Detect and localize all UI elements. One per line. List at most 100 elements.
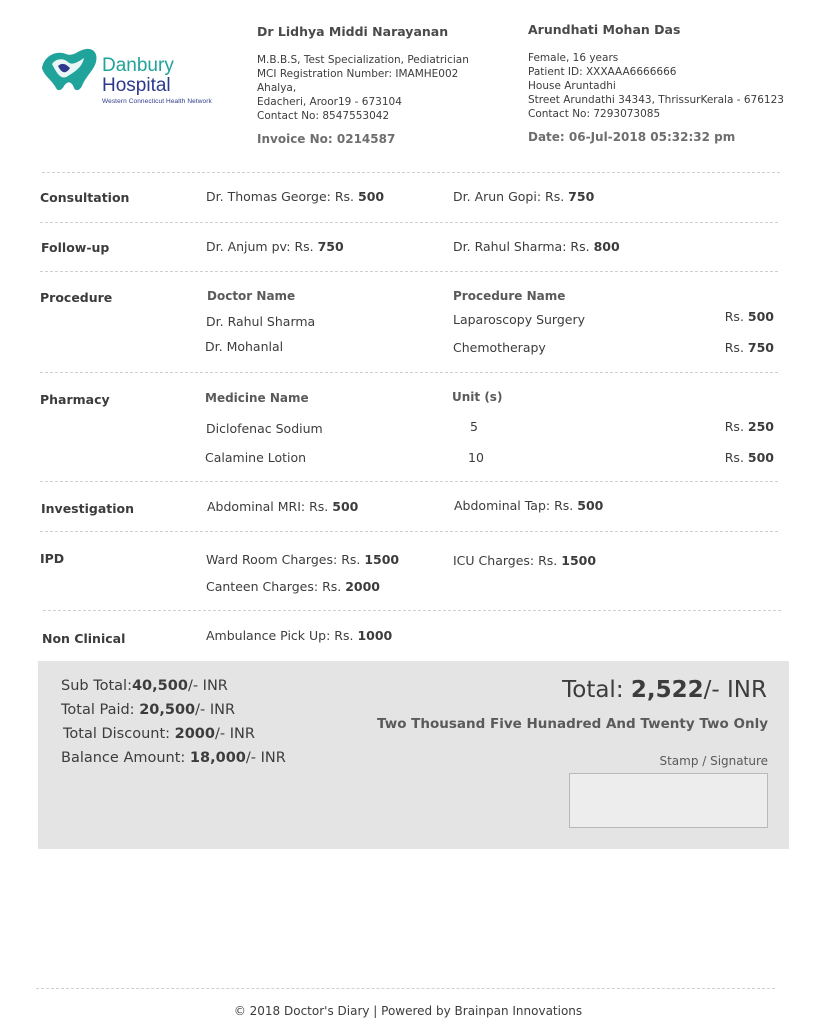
line-item-amount: 750	[317, 239, 344, 254]
section-label-procedure: Procedure	[40, 290, 113, 305]
medicine-units: 5	[470, 419, 478, 434]
currency-label: Rs.	[724, 419, 744, 434]
patient-gender-age: Female, 16 years	[528, 52, 619, 64]
line-item: Ward Room Charges: Rs. 1500	[206, 552, 399, 567]
line-item-amount: 800	[593, 239, 620, 254]
line-item-name: Ambulance Pick Up:	[206, 628, 331, 643]
currency-label: Rs.	[334, 628, 354, 643]
line-item-amount: 2000	[345, 579, 381, 594]
grand-total-value: 2,522	[630, 677, 704, 703]
column-header-procedure: Procedure Name	[453, 289, 566, 303]
hospital-tagline: Western Connecticut Health Network	[102, 98, 212, 105]
medicine-name: Diclofenac Sodium	[206, 421, 323, 436]
balance-value: 18,000	[189, 750, 246, 766]
medicine-amount: Rs. 250	[724, 419, 774, 434]
section-label-ipd: IPD	[40, 551, 65, 566]
patient-name: Arundhati Mohan Das	[528, 22, 681, 37]
line-item-name: Abdominal Tap:	[454, 498, 551, 513]
medicine-name: Calamine Lotion	[205, 450, 307, 465]
balance-line: Balance Amount: 18,000/- INR	[61, 750, 286, 766]
tooth-logo-icon	[42, 48, 97, 91]
line-item-amount: 1500	[561, 553, 597, 568]
line-item-name: Abdominal MRI:	[207, 499, 306, 514]
currency-label: Rs.	[570, 239, 590, 254]
procedure-doctor: Dr. Rahul Sharma	[206, 314, 316, 329]
total-paid-line: Total Paid: 20,500/- INR	[61, 702, 235, 718]
section-label-nonclinical: Non Clinical	[42, 631, 126, 646]
doctor-qualification: M.B.B.S, Test Specialization, Pediatrici…	[257, 54, 469, 66]
hospital-name-line1: Danbury	[102, 55, 174, 76]
subtotal-line: Sub Total:40,500/- INR	[61, 678, 228, 694]
total-paid-value: 20,500	[139, 702, 196, 718]
procedure-name: Chemotherapy	[453, 340, 546, 355]
line-item-name: Ward Room Charges:	[206, 552, 338, 567]
procedure-name: Laparoscopy Surgery	[453, 312, 586, 327]
invoice-number: Invoice No: 0214587	[257, 132, 396, 146]
line-item: Canteen Charges: Rs. 2000	[206, 579, 380, 594]
divider	[40, 271, 778, 272]
line-item: Abdominal Tap: Rs. 500	[454, 498, 603, 513]
line-item-name: Canteen Charges:	[206, 579, 319, 594]
column-header-units: Unit (s)	[452, 390, 503, 404]
patient-house: House Aruntadhi	[528, 80, 616, 92]
doctor-address-line2: Edacheri, Aroor19 - 673104	[257, 96, 402, 108]
line-item-amount: 500	[358, 189, 385, 204]
grand-total: Total: 2,522/- INR	[562, 677, 767, 703]
line-item: Dr. Anjum pv: Rs. 750	[206, 239, 344, 254]
procedure-amount: Rs. 750	[724, 340, 774, 355]
total-paid-label: Total Paid:	[61, 702, 135, 718]
column-header-medicine: Medicine Name	[205, 391, 309, 405]
subtotal-label: Sub Total:	[61, 678, 132, 694]
currency-label: Rs.	[724, 340, 744, 355]
currency-label: Rs.	[554, 498, 574, 513]
patient-id: Patient ID: XXXAAA6666666	[528, 66, 677, 78]
column-header-doctor: Doctor Name	[207, 289, 296, 303]
grand-total-label: Total:	[562, 677, 624, 703]
stamp-signature-box[interactable]	[569, 773, 768, 828]
currency-label: Rs.	[334, 189, 355, 204]
totals-panel: Sub Total:40,500/- INR Total Paid: 20,50…	[38, 661, 789, 849]
currency-label: Rs.	[545, 189, 565, 204]
line-item-name: ICU Charges:	[453, 553, 535, 568]
line-item-amount: 500	[577, 498, 604, 513]
section-label-investigation: Investigation	[41, 501, 135, 516]
divider	[40, 372, 778, 373]
hospital-name-line2: Hospital	[102, 75, 171, 96]
currency-label: Rs.	[294, 239, 314, 254]
doctor-address-line1: Ahalya,	[257, 82, 297, 94]
divider	[40, 531, 778, 532]
procedure-doctor: Dr. Mohanlal	[205, 339, 284, 354]
total-discount-label: Total Discount:	[63, 726, 171, 742]
divider	[40, 222, 778, 223]
line-item: Ambulance Pick Up: Rs. 1000	[206, 628, 392, 643]
line-item-amount: 1000	[357, 628, 393, 643]
inr-suffix: /- INR	[195, 702, 236, 718]
inr-suffix: /- INR	[187, 678, 228, 694]
section-label-pharmacy: Pharmacy	[40, 392, 110, 407]
line-item-name: Dr. Thomas George:	[206, 189, 331, 204]
line-item-name: Dr. Rahul Sharma:	[453, 239, 567, 254]
doctor-contact: Contact No: 8547553042	[257, 110, 390, 122]
balance-label: Balance Amount:	[61, 750, 186, 766]
medicine-units: 10	[468, 450, 484, 465]
line-item: Dr. Arun Gopi: Rs. 750	[453, 189, 594, 204]
patient-street: Street Arundathi 34343, ThrissurKerala -…	[528, 94, 784, 106]
total-in-words: Two Thousand Five Hunadred And Twenty Tw…	[377, 716, 768, 732]
divider	[43, 610, 781, 611]
subtotal-value: 40,500	[131, 678, 188, 694]
hospital-logo: Danbury Hospital Western Connecticut Hea…	[38, 46, 228, 110]
line-item-amount: 500	[332, 499, 359, 514]
line-item: ICU Charges: Rs. 1500	[453, 553, 596, 568]
doctor-registration: MCI Registration Number: IMAMHE002	[257, 68, 459, 80]
line-item-amount: 750	[568, 189, 595, 204]
medicine-amount: Rs. 500	[724, 450, 774, 465]
line-item: Abdominal MRI: Rs. 500	[207, 499, 358, 514]
line-item: Dr. Thomas George: Rs. 500	[206, 189, 384, 204]
inr-suffix: /- INR	[703, 677, 767, 703]
stamp-signature-label: Stamp / Signature	[659, 754, 768, 768]
patient-contact: Contact No: 7293073085	[528, 108, 661, 120]
currency-label: Rs.	[341, 552, 361, 567]
currency-label: Rs.	[724, 450, 744, 465]
section-label-followup: Follow-up	[41, 240, 110, 255]
procedure-amount: Rs. 500	[724, 309, 774, 324]
